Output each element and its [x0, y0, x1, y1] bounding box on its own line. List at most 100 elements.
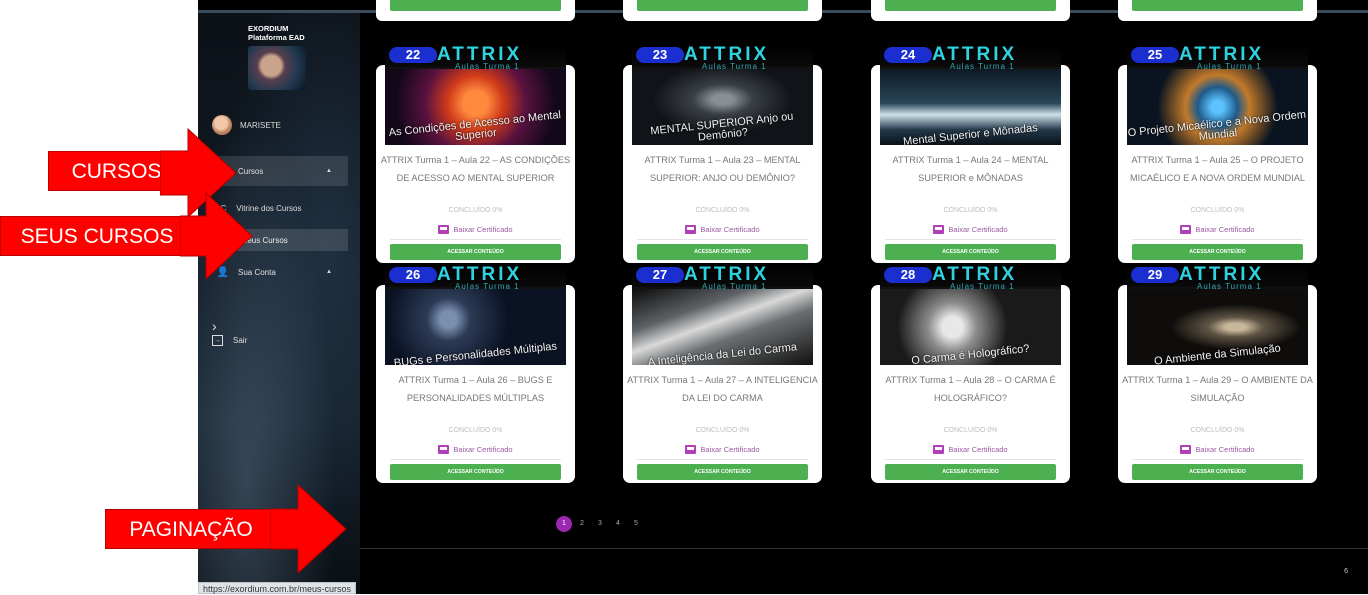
lesson-number: 26	[389, 267, 437, 283]
access-content-button[interactable]: ACESSAR CONTEÚDO	[637, 244, 808, 260]
certificate-icon	[1180, 445, 1192, 454]
page-button[interactable]: 5	[628, 516, 644, 532]
card-divider	[885, 239, 1056, 240]
course-thumbnail[interactable]: 29 ATTRIX Aulas Turma 1O Ambiente da Simul…	[1127, 265, 1308, 365]
page-button[interactable]: 1	[556, 516, 572, 532]
brand-logo-image	[248, 46, 306, 90]
certificate-icon	[438, 225, 450, 234]
download-certificate-link[interactable]: Baixar Certificado	[623, 225, 822, 234]
access-button-partial[interactable]	[637, 0, 808, 11]
logout-icon: →	[212, 335, 223, 346]
thumbnail-caption: BUGs e Personalidades Múltiplas	[393, 340, 558, 365]
page-button[interactable]: 3	[592, 516, 608, 532]
completion-status: CONCLUÍDO 0%	[695, 207, 750, 214]
sidebar-item-label: Cursos	[238, 166, 264, 176]
access-content-button[interactable]: ACESSAR CONTEÚDO	[1132, 244, 1303, 260]
certificate-label: Baixar Certificado	[1195, 225, 1255, 234]
course-title[interactable]: ATTRIX Turma 1 – Aula 23 – MENTAL SUPERI…	[627, 151, 818, 187]
thumbnail-artwork: O Projeto Micaélico e a Nova Ordem Mundi…	[1127, 69, 1308, 145]
certificate-icon	[1180, 225, 1192, 234]
download-certificate-link[interactable]: Baixar Certificado	[871, 445, 1070, 454]
completion-status: CONCLUÍDO 0%	[695, 427, 750, 434]
course-card[interactable]: 27 ATTRIX Aulas Turma 1A Inteligência da L…	[623, 265, 822, 483]
lesson-number: 28	[884, 267, 932, 283]
completion-status: CONCLUÍDO 0%	[1190, 207, 1245, 214]
course-card[interactable]: 25 ATTRIX Aulas Turma 1O Projeto Micaélico…	[1118, 45, 1317, 263]
download-certificate-link[interactable]: Baixar Certificado	[1118, 445, 1317, 454]
course-title[interactable]: ATTRIX Turma 1 – Aula 29 – O AMBIENTE DA…	[1122, 371, 1313, 407]
certificate-label: Baixar Certificado	[1195, 445, 1255, 454]
certificate-icon	[438, 445, 450, 454]
certificate-icon	[933, 445, 945, 454]
sidebar-item-sair[interactable]: → Sair	[212, 335, 247, 346]
card-divider	[885, 459, 1056, 460]
page-button[interactable]: 4	[610, 516, 626, 532]
brand-line-2: Plataforma EAD	[248, 33, 305, 42]
card-divider	[637, 459, 808, 460]
pagination: 1 2 3 4 5	[556, 516, 646, 532]
course-card[interactable]: 22 ATTRIX Aulas Turma 1 As Condições de Ace…	[376, 45, 575, 263]
access-content-button[interactable]: ACESSAR CONTEÚDO	[1132, 464, 1303, 480]
certificate-label: Baixar Certificado	[453, 225, 513, 234]
certificate-label: Baixar Certificado	[700, 225, 760, 234]
course-card[interactable]: 29 ATTRIX Aulas Turma 1O Ambiente da Simul…	[1118, 265, 1317, 483]
course-thumbnail[interactable]: 25 ATTRIX Aulas Turma 1O Projeto Micaélico…	[1127, 45, 1308, 145]
course-title[interactable]: ATTRIX Turma 1 – Aula 28 – O CARMA É HOL…	[875, 371, 1066, 407]
access-content-button[interactable]: ACESSAR CONTEÚDO	[885, 464, 1056, 480]
chevron-right-icon[interactable]: ›	[212, 318, 217, 334]
download-certificate-link[interactable]: Baixar Certificado	[376, 225, 575, 234]
course-title[interactable]: ATTRIX Turma 1 – Aula 26 – BUGS E PERSON…	[380, 371, 571, 407]
brand-line-1: EXORDIUM	[248, 24, 289, 33]
thumbnail-caption: MENTAL SUPERIOR Anjo ou Demônio?	[649, 110, 794, 144]
thumbnail-caption: As Condições de Acesso ao Mental Superio…	[388, 109, 562, 144]
course-thumbnail[interactable]: 27 ATTRIX Aulas Turma 1A Inteligência da L…	[632, 265, 813, 365]
access-content-button[interactable]: ACESSAR CONTEÚDO	[390, 244, 561, 260]
card-partial	[623, 0, 822, 21]
thumbnail-caption: Mental Superior e Mônadas	[902, 121, 1039, 145]
completion-status: CONCLUÍDO 0%	[1190, 427, 1245, 434]
course-title[interactable]: ATTRIX Turma 1 – Aula 24 – MENTAL SUPERI…	[875, 151, 1066, 187]
card-divider	[1132, 239, 1303, 240]
certificate-icon	[685, 445, 697, 454]
course-thumbnail[interactable]: 22 ATTRIX Aulas Turma 1 As Condições de Ace…	[385, 45, 566, 145]
course-card[interactable]: 24 ATTRIX Aulas Turma 1 Mental Superior e M…	[871, 45, 1070, 263]
access-button-partial[interactable]	[885, 0, 1056, 11]
lesson-number: 25	[1131, 47, 1179, 63]
thumbnail-artwork: A Inteligência da Lei do Carma	[632, 289, 813, 365]
page-button[interactable]: 2	[574, 516, 590, 532]
course-title[interactable]: ATTRIX Turma 1 – Aula 25 – O PROJETO MIC…	[1122, 151, 1313, 187]
course-thumbnail[interactable]: 28 ATTRIX Aulas Turma 1O Carma é Holográfi…	[880, 265, 1061, 365]
completion-status: CONCLUÍDO 0%	[448, 207, 503, 214]
course-thumbnail[interactable]: 23 ATTRIX Aulas Turma 1 MENTAL SUPERIOR Anj…	[632, 45, 813, 145]
download-certificate-link[interactable]: Baixar Certificado	[623, 445, 822, 454]
course-card[interactable]: 26 ATTRIX Aulas Turma 1 BUGs e Personalidad…	[376, 265, 575, 483]
certificate-icon	[685, 225, 697, 234]
card-divider	[390, 459, 561, 460]
certificate-icon	[933, 225, 945, 234]
lesson-number: 24	[884, 47, 932, 63]
card-partial	[376, 0, 575, 21]
access-content-button[interactable]: ACESSAR CONTEÚDO	[885, 244, 1056, 260]
caret-up-icon: ▲	[326, 269, 332, 275]
course-thumbnail[interactable]: 26 ATTRIX Aulas Turma 1 BUGs e Personalidad…	[385, 265, 566, 365]
thumbnail-artwork: MENTAL SUPERIOR Anjo ou Demônio?	[632, 69, 813, 145]
course-title[interactable]: ATTRIX Turma 1 – Aula 22 – AS CONDIÇÕES …	[380, 151, 571, 187]
course-card[interactable]: 28 ATTRIX Aulas Turma 1O Carma é Holográfi…	[871, 265, 1070, 483]
access-content-button[interactable]: ACESSAR CONTEÚDO	[637, 464, 808, 480]
download-certificate-link[interactable]: Baixar Certificado	[376, 445, 575, 454]
access-button-partial[interactable]	[1132, 0, 1303, 11]
access-content-button[interactable]: ACESSAR CONTEÚDO	[390, 464, 561, 480]
callout-seus-cursos: SEUS CURSOS	[0, 216, 194, 256]
lesson-number: 23	[636, 47, 684, 63]
course-thumbnail[interactable]: 24 ATTRIX Aulas Turma 1 Mental Superior e M…	[880, 45, 1061, 145]
thumbnail-caption: O Carma é Holográfico?	[910, 342, 1031, 365]
thumbnail-artwork: As Condições de Acesso ao Mental Superio…	[385, 69, 566, 145]
course-title[interactable]: ATTRIX Turma 1 – Aula 27 – A INTELIGENCI…	[627, 371, 818, 407]
course-card[interactable]: 23 ATTRIX Aulas Turma 1 MENTAL SUPERIOR Anj…	[623, 45, 822, 263]
access-button-partial[interactable]	[390, 0, 561, 11]
thumbnail-caption: A Inteligência da Lei do Carma	[647, 341, 798, 365]
callout-arrow-paginacao	[270, 483, 347, 575]
download-certificate-link[interactable]: Baixar Certificado	[1118, 225, 1317, 234]
download-certificate-link[interactable]: Baixar Certificado	[871, 225, 1070, 234]
brand-title: EXORDIUM Plataforma EAD	[248, 24, 305, 42]
